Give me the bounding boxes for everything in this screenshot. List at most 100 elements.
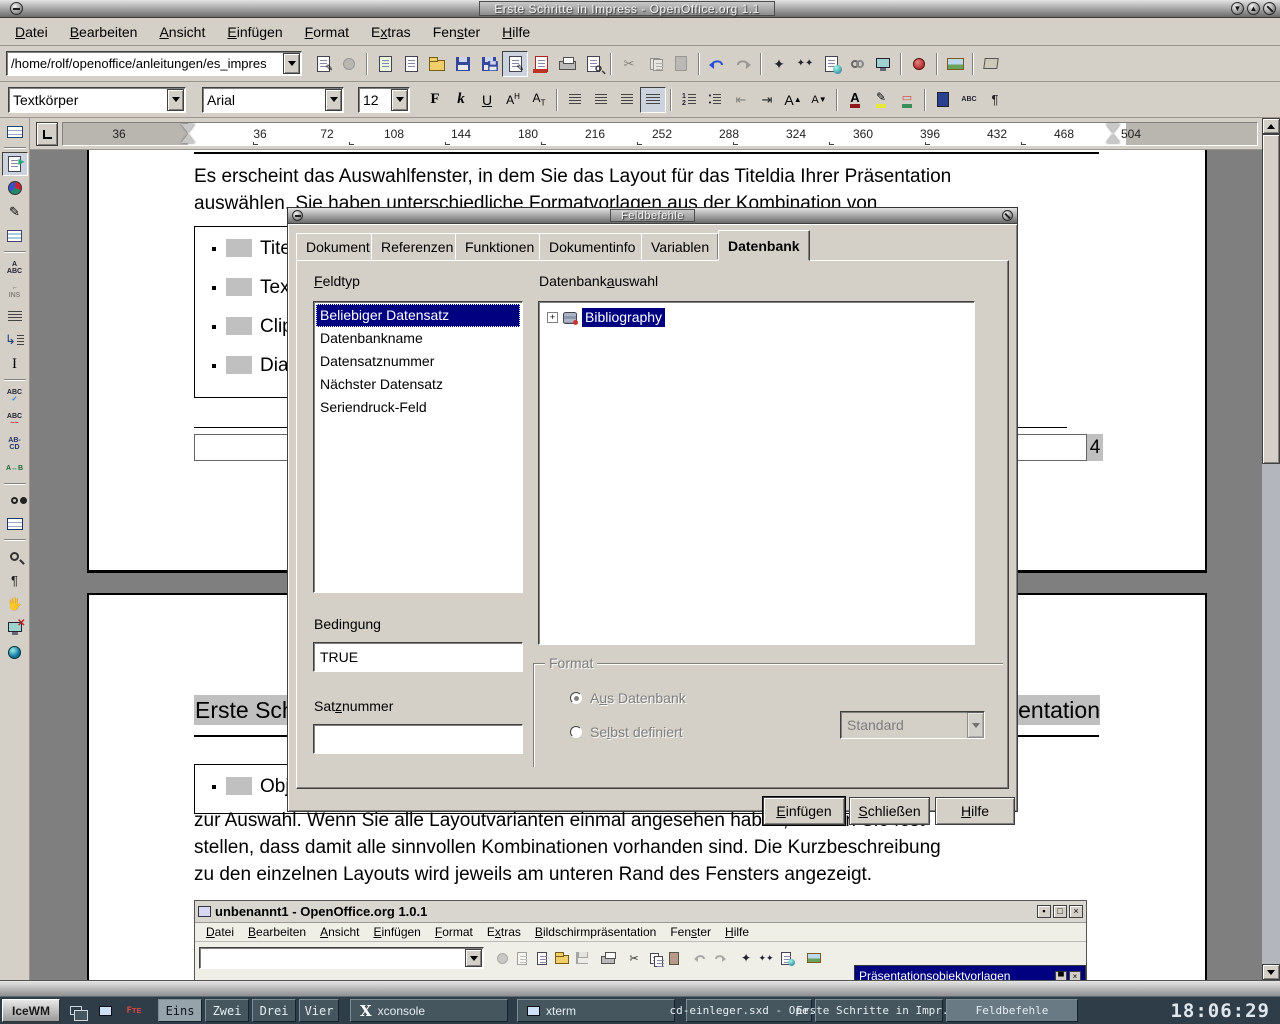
scrollbar-thumb[interactable] bbox=[1262, 134, 1280, 464]
right-indent-marker-bottom[interactable] bbox=[1106, 134, 1120, 143]
url-input[interactable] bbox=[9, 54, 283, 73]
export-pdf-icon[interactable] bbox=[528, 51, 554, 77]
menu-ansicht[interactable]: Ansicht bbox=[148, 20, 216, 44]
tab-variablen[interactable]: Variablen bbox=[641, 233, 719, 260]
align-right-icon[interactable] bbox=[614, 87, 640, 113]
task-xconsole[interactable]: Xxconsole bbox=[350, 999, 508, 1022]
dialog-menu-button[interactable] bbox=[292, 210, 303, 221]
thesaurus-icon[interactable]: AB-CD bbox=[2, 432, 28, 456]
gallery-doc-icon[interactable] bbox=[818, 51, 844, 77]
italic-icon[interactable]: k bbox=[448, 87, 474, 113]
paragraph-style-input[interactable] bbox=[11, 90, 165, 110]
list-item[interactable]: Seriendruck-Feld bbox=[316, 396, 520, 419]
vertical-scrollbar[interactable] bbox=[1262, 118, 1280, 980]
superscript-icon[interactable]: AH bbox=[500, 87, 526, 113]
feldtyp-listbox[interactable]: Beliebiger Datensatz Datenbankname Daten… bbox=[313, 301, 523, 593]
show-desktop-button[interactable] bbox=[63, 999, 89, 1022]
workspace-vier[interactable]: Vier bbox=[299, 999, 339, 1022]
tab-funktionen[interactable]: Funktionen bbox=[455, 233, 544, 260]
list-item[interactable]: Datenbankname bbox=[316, 327, 520, 350]
fte-launcher-icon[interactable]: FTE bbox=[121, 999, 147, 1022]
find-icon[interactable] bbox=[2, 488, 28, 512]
reduce-font-icon[interactable]: A▼ bbox=[806, 87, 832, 113]
bold-icon[interactable]: F bbox=[422, 87, 448, 113]
print-icon[interactable] bbox=[554, 51, 580, 77]
spellcheck-icon[interactable]: ABC✓ bbox=[2, 384, 28, 408]
formatting-marks-icon[interactable]: ¶ bbox=[982, 87, 1008, 113]
bedingung-input[interactable] bbox=[313, 642, 523, 672]
increase-font-icon[interactable]: A▲ bbox=[780, 87, 806, 113]
stylist-icon[interactable]: ✦✦ bbox=[792, 51, 818, 77]
hierarchy-icon[interactable]: ↳ bbox=[2, 328, 28, 352]
menu-extras[interactable]: Extras bbox=[360, 20, 422, 44]
images-toggle-icon[interactable]: ✕ bbox=[2, 616, 28, 640]
menu-bearbeiten[interactable]: Bearbeiten bbox=[59, 20, 149, 44]
tab-type-button[interactable] bbox=[36, 122, 58, 146]
open-icon[interactable] bbox=[424, 51, 450, 77]
insert-table-icon[interactable] bbox=[2, 120, 28, 144]
subscript-icon[interactable]: AT bbox=[526, 87, 552, 113]
insert-fields-icon[interactable]: ▶ bbox=[2, 152, 28, 176]
font-size-input[interactable] bbox=[361, 90, 389, 110]
hyphenation-icon[interactable]: A↔B bbox=[2, 456, 28, 480]
load-url-icon[interactable]: ✎ bbox=[310, 51, 336, 77]
formatting-marks-icon[interactable]: ¶ bbox=[2, 568, 28, 592]
font-dropdown-button[interactable] bbox=[325, 89, 342, 111]
numbering-icon[interactable]: 12 bbox=[676, 87, 702, 113]
highlighting-icon[interactable]: ✎ bbox=[868, 87, 894, 113]
scroll-up-button[interactable] bbox=[1262, 118, 1280, 134]
tab-dokument[interactable]: Dokument bbox=[296, 233, 380, 260]
task-erste-schritte[interactable]: Erste Schritte in Impr... bbox=[815, 999, 943, 1022]
data-sources-icon[interactable] bbox=[2, 512, 28, 536]
bullets-on-off-icon[interactable] bbox=[2, 304, 28, 328]
paragraph-dialog-icon[interactable] bbox=[930, 87, 956, 113]
einfuegen-button[interactable]: Einfügen bbox=[763, 797, 845, 825]
menu-datei[interactable]: Datei bbox=[4, 20, 59, 44]
new-document-icon[interactable] bbox=[398, 51, 424, 77]
indent-marker-top[interactable] bbox=[181, 124, 195, 133]
tree-expander-icon[interactable]: + bbox=[547, 312, 558, 323]
underline-icon[interactable]: U bbox=[474, 87, 500, 113]
minimize-button[interactable]: ▼ bbox=[1231, 2, 1244, 15]
indent-marker-bottom[interactable] bbox=[181, 134, 195, 143]
font-name-input[interactable] bbox=[205, 90, 323, 110]
align-center-icon[interactable] bbox=[588, 87, 614, 113]
horizontal-ruler[interactable]: 36 36 72 108 144 180 216 252 288 324 360… bbox=[62, 122, 1258, 146]
insert-object-icon[interactable] bbox=[978, 51, 1004, 77]
scroll-down-button[interactable] bbox=[1262, 964, 1280, 980]
hyperlink-icon[interactable] bbox=[844, 51, 870, 77]
window-menu-button[interactable] bbox=[10, 2, 23, 15]
task-feldbefehle[interactable]: Feldbefehle bbox=[946, 999, 1078, 1022]
tab-datenbank[interactable]: Datenbank bbox=[718, 230, 810, 261]
auto-spellcheck-icon[interactable]: ABC~~ bbox=[2, 408, 28, 432]
tree-item[interactable]: Bibliography bbox=[582, 308, 665, 327]
align-left-icon[interactable] bbox=[562, 87, 588, 113]
dialog-titlebar[interactable]: Feldbefehle bbox=[287, 207, 1018, 223]
save-icon[interactable] bbox=[450, 51, 476, 77]
web-view-icon[interactable] bbox=[2, 640, 28, 664]
url-dropdown-button[interactable] bbox=[283, 53, 300, 74]
list-item[interactable]: Datensatznummer bbox=[316, 350, 520, 373]
new-from-template-icon[interactable] bbox=[372, 51, 398, 77]
menu-fenster[interactable]: Fenster bbox=[422, 20, 491, 44]
hilfe-button[interactable]: Hilfe bbox=[935, 797, 1015, 825]
list-item[interactable]: Nächster Datensatz bbox=[316, 373, 520, 396]
right-indent-marker-top[interactable] bbox=[1106, 124, 1120, 133]
justify-icon[interactable] bbox=[640, 87, 666, 113]
insert-special-icon[interactable]: AABC bbox=[2, 256, 28, 280]
increase-indent-icon[interactable]: ⇥ bbox=[754, 87, 780, 113]
dialog-close-button[interactable] bbox=[1002, 210, 1013, 221]
gallery-icon[interactable] bbox=[942, 51, 968, 77]
text-cursor-icon[interactable]: I bbox=[2, 352, 28, 376]
satznummer-input[interactable] bbox=[313, 724, 523, 754]
character-dialog-icon[interactable]: ABC bbox=[956, 87, 982, 113]
background-color-icon[interactable]: ▭ bbox=[894, 87, 920, 113]
workspace-zwei[interactable]: Zwei bbox=[205, 999, 249, 1022]
task-xterm[interactable]: xterm bbox=[517, 999, 675, 1022]
font-color-icon[interactable]: A bbox=[842, 87, 868, 113]
online-layout-icon[interactable]: 🖐 bbox=[2, 592, 28, 616]
tab-referenzen[interactable]: Referenzen bbox=[371, 233, 463, 260]
tab-dokumentinfo[interactable]: Dokumentinfo bbox=[539, 233, 645, 260]
form-functions-icon[interactable] bbox=[2, 224, 28, 248]
list-item[interactable]: Beliebiger Datensatz bbox=[316, 304, 520, 327]
